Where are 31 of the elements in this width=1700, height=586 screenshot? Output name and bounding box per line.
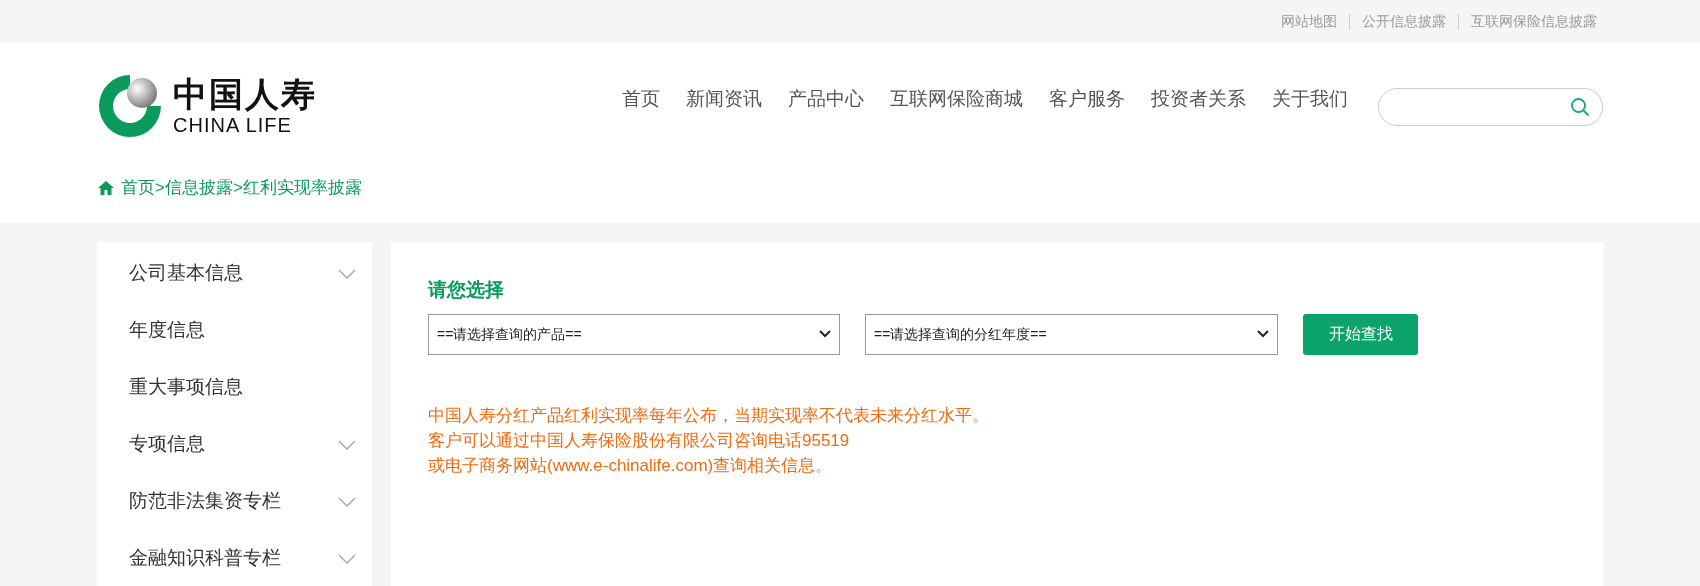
sidebar-item[interactable]: 专项信息 — [129, 416, 356, 473]
sidebar-item[interactable]: 年度信息 — [129, 302, 356, 359]
product-select[interactable]: ==请选择查询的产品== — [428, 313, 840, 355]
sidebar-item[interactable]: 公司基本信息 — [129, 245, 356, 302]
chevron-down-icon — [338, 268, 356, 279]
logo-icon — [97, 73, 163, 139]
nav-link[interactable]: 关于我们 — [1272, 85, 1348, 114]
nav-link[interactable]: 客户服务 — [1049, 85, 1125, 114]
sidebar-item[interactable]: 防范非法集资专栏 — [129, 473, 356, 530]
notice-text: 客户可以通过中国人寿保险股份有限公司咨询电话95519 — [428, 429, 851, 452]
logo-chinese-text: 中国人寿 — [173, 77, 317, 111]
chevron-down-icon — [338, 439, 356, 450]
section-title: 请您选择 — [428, 278, 505, 302]
home-icon — [97, 179, 115, 196]
logo-english-text: CHINA LIFE — [173, 115, 293, 135]
nav-link[interactable]: 投资者关系 — [1151, 85, 1246, 114]
nav-link[interactable]: 互联网保险商城 — [890, 85, 1023, 114]
chevron-down-icon — [819, 330, 831, 338]
notice-text: 中国人寿分红产品红利实现率每年公布，当期实现率不代表未来分红水平。 — [428, 404, 990, 427]
sidebar-item[interactable]: 重大事项信息 — [129, 359, 356, 416]
nav-link[interactable]: 产品中心 — [788, 85, 864, 114]
nav-link[interactable]: 新闻资讯 — [686, 85, 762, 114]
nav-link[interactable]: 首页 — [622, 85, 660, 114]
search-icon — [1570, 97, 1590, 117]
chevron-down-icon — [1257, 330, 1269, 338]
notice-text: 或电子商务网站(www.e-chinalife.com)查询相关信息。 — [428, 454, 834, 477]
sidebar-item[interactable]: 金融知识科普专栏 — [129, 530, 356, 586]
chevron-down-icon — [338, 496, 356, 507]
year-select[interactable]: ==请选择查询的分红年度== — [865, 313, 1278, 355]
breadcrumb: 首页>信息披露>红利实现率披露 — [121, 177, 362, 199]
chevron-down-icon — [338, 553, 356, 564]
